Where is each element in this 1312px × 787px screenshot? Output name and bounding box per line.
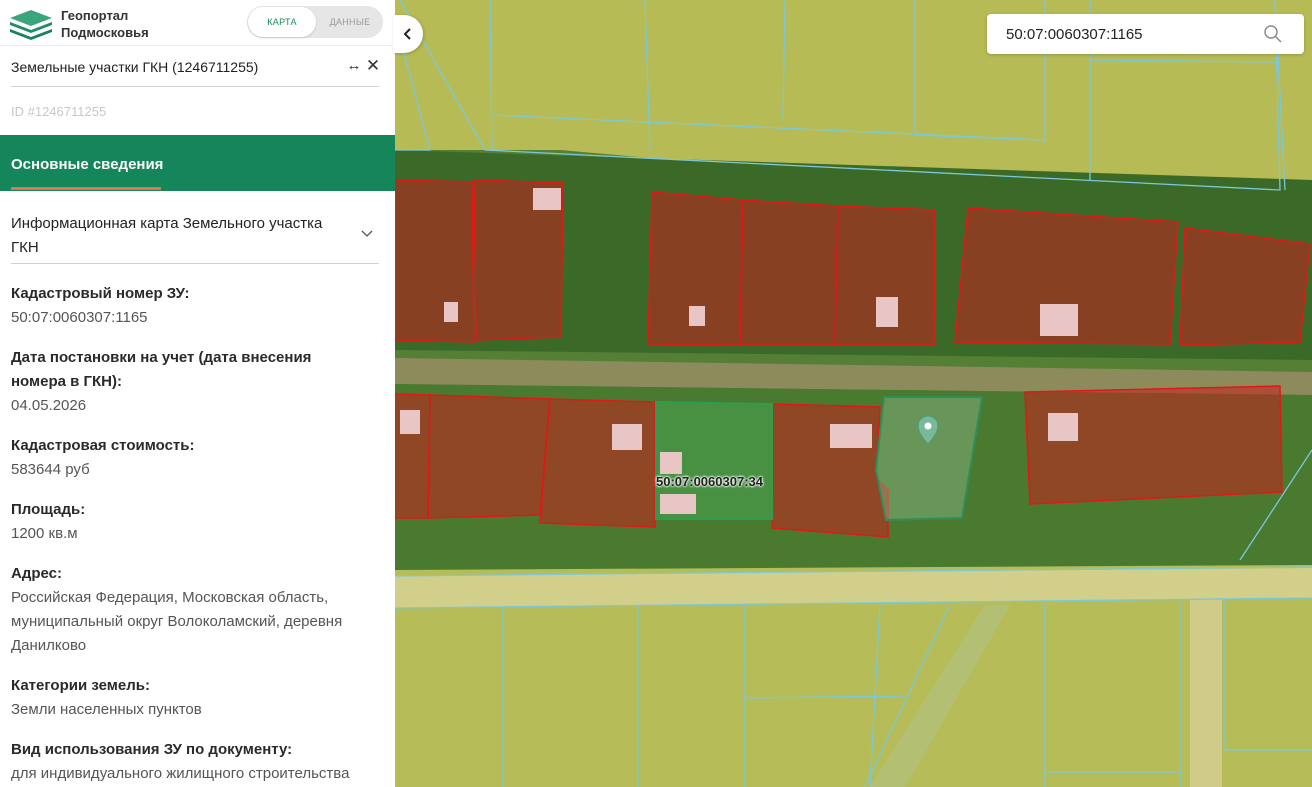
field-label-land-category: Категории земель:: [11, 677, 150, 694]
parcel-number-label: 50:07:0060307:34: [656, 474, 763, 489]
field-label-cadastral-number: Кадастровый номер ЗУ:: [11, 285, 190, 302]
tab-main-info[interactable]: Основные сведения: [11, 156, 163, 173]
toggle-data-option[interactable]: ДАННЫЕ: [317, 6, 383, 38]
app-title: Геопортал Подмосковья: [61, 7, 149, 41]
active-tab-indicator: [11, 187, 161, 190]
map-canvas[interactable]: [395, 0, 1312, 787]
field-label-cadastral-cost: Кадастровая стоимость:: [11, 437, 195, 454]
search-input[interactable]: [1006, 22, 1256, 46]
close-icon[interactable]: ✕: [365, 57, 381, 75]
divider: [11, 86, 379, 87]
field-label-usage-type: Вид использования ЗУ по документу:: [11, 741, 293, 758]
logo-icon: [10, 10, 52, 40]
field-value-cadastral-number: 50:07:0060307:1165: [11, 309, 148, 326]
field-value-area: 1200 кв.м: [11, 525, 78, 542]
field-label-area: Площадь:: [11, 501, 86, 518]
collapse-left-icon: [403, 28, 411, 40]
logo[interactable]: Геопортал Подмосковья: [8, 6, 149, 42]
side-road: [1190, 598, 1222, 787]
field-value-cadastral-cost: 583644 руб: [11, 461, 90, 478]
app-title-line2: Подмосковья: [61, 25, 149, 40]
info-panel: Геопортал Подмосковья КАРТА ДАННЫЕ Земел…: [0, 0, 395, 787]
toggle-map-option[interactable]: КАРТА: [248, 7, 316, 37]
expand-icon[interactable]: ↔: [345, 57, 363, 75]
field-value-usage-type: для индивидуального жилищного строительс…: [11, 765, 350, 782]
field-label-address: Адрес:: [11, 565, 62, 582]
view-toggle[interactable]: КАРТА ДАННЫЕ: [247, 6, 383, 38]
field-label-registration-date: Дата постановки на учет (дата внесения н…: [11, 349, 312, 390]
header-divider: [0, 45, 395, 46]
layer-title: Земельные участки ГКН (1246711255): [11, 59, 259, 75]
search-icon[interactable]: [1263, 24, 1283, 44]
field-value-registration-date: 04.05.2026: [11, 397, 87, 414]
divider: [11, 263, 379, 264]
object-id: ID #1246711255: [11, 104, 107, 119]
map-view[interactable]: 50:07:0060307:34: [395, 0, 1312, 787]
app-title-line1: Геопортал: [61, 8, 129, 23]
field-value-address: Российская Федерация, Московская область…: [11, 589, 343, 654]
field-value-land-category: Земли населенных пунктов: [11, 701, 202, 718]
search-box[interactable]: [987, 14, 1304, 54]
section-header[interactable]: Информационная карта Земельного участка …: [11, 212, 351, 260]
chevron-down-icon[interactable]: [360, 226, 374, 240]
